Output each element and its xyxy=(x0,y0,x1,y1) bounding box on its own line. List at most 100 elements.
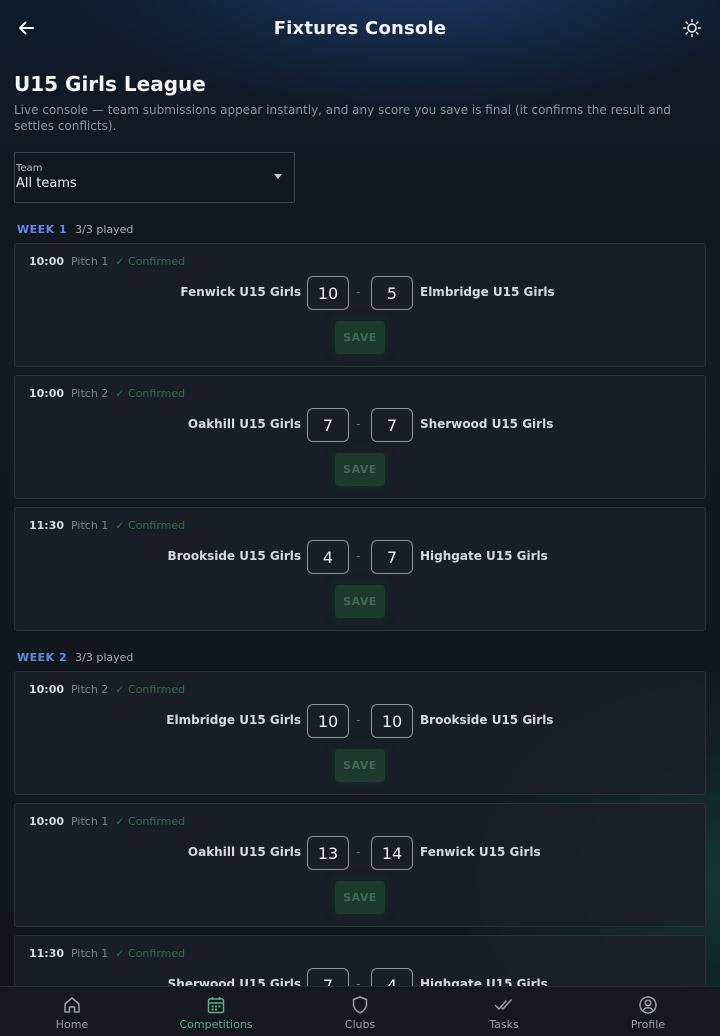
away-team-name: Highgate U15 Girls xyxy=(420,549,548,563)
week-label: WEEK 1 xyxy=(17,223,68,236)
away-team-name: Fenwick U15 Girls xyxy=(420,845,541,859)
fixture-status: ✓ Confirmed xyxy=(115,255,186,268)
nav-profile-label: Profile xyxy=(630,1018,666,1031)
fixture-status: ✓ Confirmed xyxy=(115,519,186,532)
score-separator: - xyxy=(356,417,361,431)
fixture-time: 11:30 xyxy=(29,519,65,532)
nav-home[interactable]: Home xyxy=(0,987,144,1036)
fixture-status: ✓ Confirmed xyxy=(115,815,186,828)
fixture-pitch: Pitch 1 xyxy=(71,815,109,828)
fixture-time: 11:30 xyxy=(29,947,65,960)
fixture-status: ✓ Confirmed xyxy=(115,947,186,960)
week-header: WEEK 2 3/3 played xyxy=(17,651,706,665)
theme-toggle-button[interactable] xyxy=(678,14,706,42)
fixture-card: 10:00 Pitch 1 ✓ Confirmed Fenwick U15 Girls… xyxy=(14,243,706,367)
home-team-name: Elmbridge U15 Girls xyxy=(166,713,301,727)
home-score-input[interactable]: 13 xyxy=(307,836,349,870)
score-separator: - xyxy=(356,549,361,563)
fixture-meta: 10:00 Pitch 2 ✓ Confirmed xyxy=(29,683,185,696)
sun-icon xyxy=(682,18,702,38)
nav-competitions[interactable]: Competitions xyxy=(144,987,288,1036)
fixture-score-row: Fenwick U15 Girls 10-5 Elmbridge U15 Girls xyxy=(15,276,707,310)
fixture-card: 10:00 Pitch 2 ✓ Confirmed Oakhill U15 Girls… xyxy=(14,375,706,499)
away-score-input[interactable]: 14 xyxy=(371,836,413,870)
caret-down-icon xyxy=(274,174,282,179)
fixture-score-row: Oakhill U15 Girls 13-14 Fenwick U15 Girls xyxy=(15,836,707,870)
away-score-input[interactable]: 10 xyxy=(371,704,413,738)
away-score-input[interactable]: 7 xyxy=(371,408,413,442)
fixture-pitch: Pitch 1 xyxy=(71,519,109,532)
double-check-icon xyxy=(494,999,512,1010)
save-button[interactable]: SAVE xyxy=(335,749,385,782)
fixture-card: 11:30 Pitch 1 ✓ Confirmed Sherwood U15 Girl… xyxy=(14,935,706,986)
nav-tasks-label: Tasks xyxy=(489,1018,519,1031)
score-separator: - xyxy=(356,977,361,986)
score-separator: - xyxy=(356,713,361,727)
home-score-input[interactable]: 4 xyxy=(307,540,349,574)
top-app-bar: Fixtures Console xyxy=(0,0,720,56)
bottom-navigation: Home Competitions Clubs Tasks Profile xyxy=(0,986,720,1036)
week-played-count: 3/3 played xyxy=(75,651,134,664)
away-score-input[interactable]: 4 xyxy=(371,968,413,986)
away-score-input[interactable]: 5 xyxy=(371,276,413,310)
fixture-time: 10:00 xyxy=(29,683,65,696)
home-team-name: Fenwick U15 Girls xyxy=(180,285,301,299)
fixture-meta: 10:00 Pitch 1 ✓ Confirmed xyxy=(29,255,185,268)
fixture-meta: 11:30 Pitch 1 ✓ Confirmed xyxy=(29,947,185,960)
week-label: WEEK 2 xyxy=(17,651,68,664)
fixture-score-row: Elmbridge U15 Girls 10-10 Brookside U15 Gi… xyxy=(15,704,707,738)
fixture-meta: 10:00 Pitch 1 ✓ Confirmed xyxy=(29,815,185,828)
fixture-card: 10:00 Pitch 1 ✓ Confirmed Oakhill U15 Girls… xyxy=(14,803,706,927)
away-score-input[interactable]: 7 xyxy=(371,540,413,574)
profile-icon xyxy=(639,996,657,1014)
home-score-input[interactable]: 7 xyxy=(307,968,349,986)
home-score-input[interactable]: 10 xyxy=(307,704,349,738)
score-separator: - xyxy=(356,845,361,859)
fixture-time: 10:00 xyxy=(29,387,65,400)
fixture-time: 10:00 xyxy=(29,255,65,268)
fixture-card: 11:30 Pitch 1 ✓ Confirmed Brookside U15 Gir… xyxy=(14,507,706,631)
fixture-pitch: Pitch 1 xyxy=(71,255,109,268)
save-button[interactable]: SAVE xyxy=(335,881,385,914)
fixture-pitch: Pitch 2 xyxy=(71,683,109,696)
home-team-name: Oakhill U15 Girls xyxy=(187,845,301,859)
back-button[interactable] xyxy=(12,14,40,42)
save-button[interactable]: SAVE xyxy=(335,321,385,354)
page-title: Fixtures Console xyxy=(273,17,447,39)
home-icon xyxy=(64,997,80,1013)
main-content: U15 Girls League Live console — team sub… xyxy=(0,56,720,986)
nav-competitions-label: Competitions xyxy=(179,1018,253,1031)
away-team-name: Elmbridge U15 Girls xyxy=(420,285,555,299)
league-description: Live console — team submissions appear i… xyxy=(14,103,671,133)
fixture-meta: 11:30 Pitch 1 ✓ Confirmed xyxy=(29,519,185,532)
nav-clubs[interactable]: Clubs xyxy=(288,987,432,1036)
fixture-score-row: Brookside U15 Girls 4-7 Highgate U15 Girls xyxy=(15,540,707,574)
save-button[interactable]: SAVE xyxy=(335,453,385,486)
nav-home-label: Home xyxy=(55,1018,89,1031)
fixture-pitch: Pitch 1 xyxy=(71,947,109,960)
team-filter-select[interactable]: Team All teams xyxy=(14,152,295,203)
away-team-name: Sherwood U15 Girls xyxy=(420,417,554,431)
fixture-pitch: Pitch 2 xyxy=(71,387,109,400)
week-header: WEEK 1 3/3 played xyxy=(17,223,706,237)
week-played-count: 3/3 played xyxy=(75,223,134,236)
nav-tasks[interactable]: Tasks xyxy=(432,987,576,1036)
league-title: U15 Girls League xyxy=(14,72,206,96)
fixture-score-row: Sherwood U15 Girls 7- 4 Highgate U15 Girls xyxy=(15,968,707,986)
fixture-card: 10:00 Pitch 2 ✓ Confirmed Elmbridge U15 Gir… xyxy=(14,671,706,795)
home-score-input[interactable]: 10 xyxy=(307,276,349,310)
home-score-input[interactable]: 7 xyxy=(307,408,349,442)
home-team-name: Sherwood U15 Girls xyxy=(167,977,301,986)
save-button[interactable]: SAVE xyxy=(335,585,385,618)
fixture-status: ✓ Confirmed xyxy=(115,387,186,400)
fixture-score-row: Oakhill U15 Girls 7-7 Sherwood U15 Girls xyxy=(15,408,707,442)
team-filter-label: Team xyxy=(16,163,43,174)
fixture-time: 10:00 xyxy=(29,815,65,828)
fixtures-list: WEEK 1 3/3 played 10:00 Pitch 1 ✓ Confirmed F… xyxy=(14,223,706,986)
team-filter-value: All teams xyxy=(16,176,77,191)
shield-icon xyxy=(352,996,368,1014)
nav-profile[interactable]: Profile xyxy=(576,987,720,1036)
home-team-name: Brookside U15 Girls xyxy=(167,549,301,563)
nav-clubs-label: Clubs xyxy=(344,1018,376,1031)
arrow-left-icon xyxy=(19,21,34,35)
